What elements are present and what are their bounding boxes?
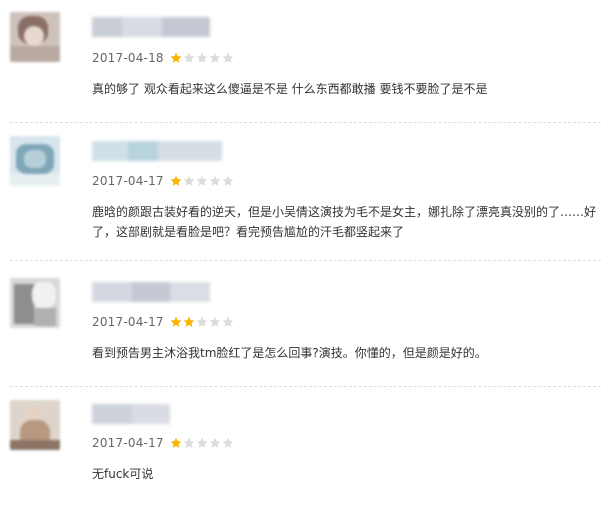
star-empty-icon (222, 316, 234, 328)
star-empty-icon (209, 52, 221, 64)
review-meta: 2017-04-17 (92, 435, 235, 451)
star-empty-icon (196, 52, 208, 64)
review-comment: 看到预告男主沐浴我tm脸红了是怎么回事?演技。你懂的，但是颜是好的。 (92, 346, 487, 360)
star-filled-icon (170, 316, 182, 328)
avatar[interactable] (10, 278, 60, 328)
star-empty-icon (209, 175, 221, 187)
avatar[interactable] (10, 136, 60, 186)
divider (10, 260, 601, 261)
review-date: 2017-04-17 (92, 315, 164, 329)
review-comment: 鹿晗的颜跟古装好看的逆天，但是小吴倩这演技为毛不是女主，娜扎除了漂亮真没别的了…… (92, 205, 597, 239)
review-date: 2017-04-17 (92, 174, 164, 188)
star-empty-icon (183, 175, 195, 187)
star-rating (170, 436, 235, 450)
star-rating (170, 315, 235, 329)
review-date: 2017-04-17 (92, 436, 164, 450)
star-empty-icon (209, 437, 221, 449)
star-empty-icon (222, 437, 234, 449)
review-date: 2017-04-18 (92, 51, 164, 65)
star-filled-icon (183, 316, 195, 328)
divider (10, 122, 601, 123)
star-rating (170, 174, 235, 188)
divider (10, 386, 601, 387)
review-meta: 2017-04-17 (92, 314, 235, 330)
star-empty-icon (222, 52, 234, 64)
review-meta: 2017-04-18 (92, 50, 235, 66)
username-blurred[interactable] (92, 141, 222, 161)
star-filled-icon (170, 52, 182, 64)
star-rating (170, 51, 235, 65)
star-empty-icon (196, 316, 208, 328)
username-blurred[interactable] (92, 404, 170, 424)
star-empty-icon (222, 175, 234, 187)
star-empty-icon (209, 316, 221, 328)
avatar[interactable] (10, 12, 60, 62)
star-empty-icon (196, 175, 208, 187)
username-blurred[interactable] (92, 17, 210, 37)
username-blurred[interactable] (92, 282, 210, 302)
star-empty-icon (183, 52, 195, 64)
star-empty-icon (183, 437, 195, 449)
review-meta: 2017-04-17 (92, 173, 235, 189)
star-filled-icon (170, 175, 182, 187)
star-filled-icon (170, 437, 182, 449)
star-empty-icon (196, 437, 208, 449)
review-comment: 真的够了 观众看起来这么傻逼是不是 什么东西都敢播 要钱不要脸了是不是 (92, 82, 488, 96)
avatar[interactable] (10, 400, 60, 450)
review-comment: 无fuck可说 (92, 467, 154, 481)
